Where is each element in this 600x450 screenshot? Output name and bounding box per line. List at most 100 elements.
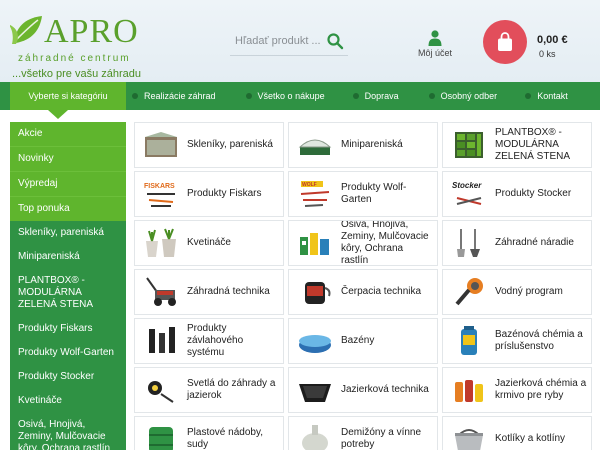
category-tile[interactable]: Bazény [288, 318, 438, 364]
pond-chemistry-icon [451, 374, 487, 406]
garden-tools-icon [451, 227, 487, 259]
bullet-icon [428, 93, 435, 99]
category-tile-label: Minipareniská [341, 139, 403, 150]
nav-item-label: Kontakt [537, 91, 568, 101]
category-sidebar: Akcie Novinky Výpredaj Top ponuka Skleníky, … [10, 122, 126, 450]
nav-item-vsetko-o-nakupe[interactable]: Všetko o nákupe [245, 82, 325, 110]
category-tile[interactable]: Produkty závlahového systému [134, 318, 284, 364]
sidebar-item[interactable]: Akcie [10, 122, 126, 146]
sidebar-item[interactable]: Výpredaj [10, 171, 126, 196]
category-grid: Skleníky, pareniská Minipareniská PLANTBOX… [134, 122, 592, 450]
category-tile-label: Záhradná technika [187, 286, 270, 297]
shopping-bag-icon [498, 32, 512, 51]
sidebar-item[interactable]: Produkty Stocker [10, 365, 126, 389]
nav-item-label: Realizácie záhrad [144, 91, 216, 101]
sidebar-item[interactable]: PLANTBOX® - MODULÁRNA ZELENÁ STENA [10, 269, 126, 317]
logo-subtitle: záhradné centrum [18, 53, 131, 64]
plantbox-icon [451, 129, 487, 161]
account-link[interactable]: Môj účet [410, 30, 460, 62]
bullet-icon [245, 93, 252, 99]
category-tile-label: Kvetináče [187, 237, 231, 248]
search-box [230, 28, 348, 56]
pool-icon [297, 325, 333, 357]
user-icon [428, 30, 442, 46]
category-tile-label: Produkty Fiskars [187, 188, 262, 199]
category-tile-label: Vodný program [495, 286, 563, 297]
logo-slogan: ...všetko pre vašu záhradu [12, 68, 142, 80]
logo[interactable]: APRO záhradné centrum ...všetko pre vašu… [10, 8, 150, 80]
bullet-icon [525, 93, 532, 99]
category-tile-label: Produkty Stocker [495, 188, 572, 199]
category-tile[interactable]: Kotlíky a kotlíny [442, 416, 592, 450]
category-tile[interactable]: FISKARS Produkty Fiskars [134, 171, 284, 217]
category-tile[interactable]: Svetlá do záhrady a jazierok [134, 367, 284, 413]
sidebar-item[interactable]: Skleníky, pareniská [10, 221, 126, 245]
category-tile-label: Demižóny a vínne potreby [341, 427, 422, 450]
search-icon[interactable] [326, 32, 344, 50]
mini-greenhouse-icon [297, 129, 333, 161]
nav-item-label: Všetko o nákupe [257, 91, 325, 101]
nav-item-realizacie[interactable]: Realizácie záhrad [132, 82, 216, 110]
svg-text:WOLF: WOLF [302, 182, 317, 188]
category-tile[interactable]: Demižóny a vínne potreby [288, 416, 438, 450]
fertilizer-icon [297, 227, 333, 259]
category-tile[interactable]: Minipareniská [288, 122, 438, 168]
category-tile-label: Svetlá do záhrady a jazierok [187, 378, 276, 401]
fiskars-icon: FISKARS [143, 178, 179, 210]
category-tile[interactable]: Plastové nádoby, sudy [134, 416, 284, 450]
category-tile-label: Produkty Wolf-Garten [341, 182, 407, 205]
category-tile[interactable]: Vodný program [442, 269, 592, 315]
bullet-icon [132, 93, 138, 99]
sidebar-item[interactable]: Top ponuka [10, 196, 126, 221]
category-tile-label: Osivá, Hnojivá, Zeminy, Mulčovacie kôry,… [341, 220, 429, 266]
header: APRO záhradné centrum ...všetko pre vašu… [0, 0, 600, 82]
category-tile[interactable]: Čerpacia technika [288, 269, 438, 315]
leaf-logo-icon [10, 16, 42, 44]
greenhouse-icon [143, 129, 179, 161]
cart-price: 0,00 € [537, 34, 568, 46]
category-tile-label: Produkty závlahového systému [187, 323, 244, 358]
nav-item-label: Doprava [364, 91, 399, 101]
svg-text:FISKARS: FISKARS [144, 183, 175, 190]
cart-count: 0 ks [539, 49, 556, 59]
sidebar-item[interactable]: Minipareniská [10, 245, 126, 269]
wolf-garten-icon: WOLF [297, 178, 333, 210]
nav-item-osobny-odber[interactable]: Osobný odber [428, 82, 498, 110]
nav-item-label: Osobný odber [440, 91, 498, 101]
category-tile[interactable]: Jazierková chémia a krmivo pre ryby [442, 367, 592, 413]
category-tile-label: Jazierková chémia a krmivo pre ryby [495, 378, 587, 401]
account-label: Môj účet [417, 48, 452, 58]
category-tile[interactable]: Stocker Produkty Stocker [442, 171, 592, 217]
sidebar-item[interactable]: Osivá, Hnojivá, Zeminy, Mulčovacie kôry,… [10, 413, 126, 450]
bullet-icon [352, 93, 359, 99]
search-input[interactable] [230, 30, 320, 52]
cart-button[interactable] [483, 20, 527, 64]
category-tile[interactable]: Skleníky, pareniská [134, 122, 284, 168]
category-tile-label: Bazény [341, 335, 375, 346]
category-tile[interactable]: Záhradná technika [134, 269, 284, 315]
nav-item-kontakt[interactable]: Kontakt [525, 82, 568, 110]
category-tile-label: Bazénová chémia a príslušenstvo [495, 329, 583, 352]
category-tile[interactable]: Osivá, Hnojivá, Zeminy, Mulčovacie kôry,… [288, 220, 438, 266]
category-tile[interactable]: PLANTBOX® - MODULÁRNA ZELENÁ STENA [442, 122, 592, 168]
category-menu-button[interactable]: Vyberte si kategóriu [10, 82, 126, 110]
nav-items: Realizácie záhrad Všetko o nákupe Doprava O… [132, 82, 568, 110]
sidebar-item[interactable]: Produkty Wolf-Garten [10, 341, 126, 365]
nav-item-doprava[interactable]: Doprava [352, 82, 399, 110]
category-tile-label: Plastové nádoby, sudy [187, 427, 263, 450]
sidebar-item[interactable]: Novinky [10, 146, 126, 171]
category-tile-label: PLANTBOX® - MODULÁRNA ZELENÁ STENA [495, 127, 571, 162]
category-tile[interactable]: Bazénová chémia a príslušenstvo [442, 318, 592, 364]
sidebar-item[interactable]: Produkty Fiskars [10, 317, 126, 341]
category-tile[interactable]: WOLF Produkty Wolf-Garten [288, 171, 438, 217]
category-tile-label: Kotlíky a kotlíny [495, 433, 566, 444]
logo-name: APRO [44, 13, 139, 50]
demijohn-icon [297, 423, 333, 450]
category-tile-label: Čerpacia technika [341, 286, 422, 297]
sidebar-item[interactable]: Kvetináče [10, 389, 126, 413]
category-tile-label: Skleníky, pareniská [187, 139, 273, 150]
category-tile[interactable]: Záhradné náradie [442, 220, 592, 266]
category-tile[interactable]: Jazierková technika [288, 367, 438, 413]
garden-light-icon [143, 374, 179, 406]
category-tile[interactable]: Kvetináče [134, 220, 284, 266]
